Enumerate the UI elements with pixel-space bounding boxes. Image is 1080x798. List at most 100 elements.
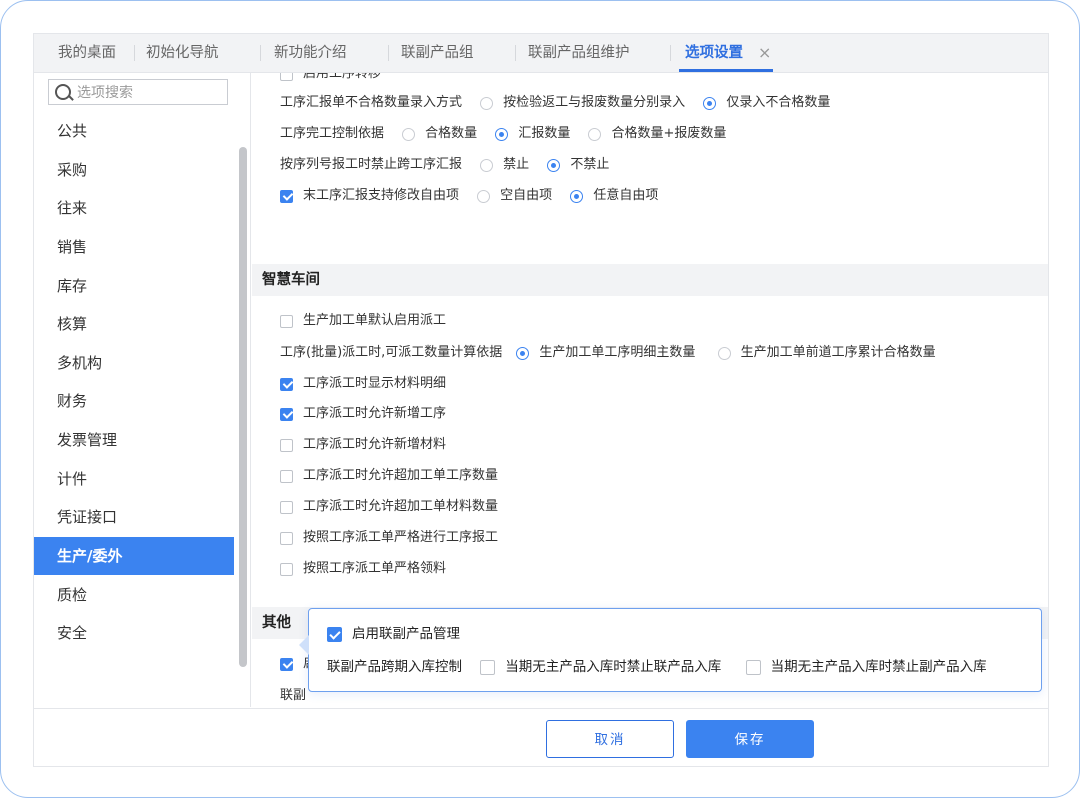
option-label: 按照工序派工单严格领料 [303,561,447,576]
checkbox[interactable] [280,314,293,328]
radio-button[interactable] [477,189,491,203]
option-row: 工序派工时允许超加工单材料数量 [280,496,498,518]
option-label: 启用工序转移 [303,73,382,81]
checkbox[interactable] [280,500,293,514]
radio-label: 合格数量 [425,126,478,141]
sidebar-item-production[interactable]: 生产/委外 [34,537,234,575]
radio-button[interactable] [703,96,717,110]
option-row: 工序派工时允许新增材料 [280,434,446,456]
forbid-joint-product-checkbox[interactable] [480,659,496,675]
tab-label: 新功能介绍 [274,45,347,61]
tab-new-features[interactable]: 新功能介绍 [274,34,347,72]
radio-button[interactable] [402,127,416,141]
tab-my-desktop[interactable]: 我的桌面 [58,34,116,72]
dialog-footer: 取消 保存 [34,708,1048,766]
option-row: 工序派工时允许新增工序 [280,403,446,425]
sidebar-item-piecework[interactable]: 计件 [34,460,234,498]
option-row: 工序汇报单不合格数量录入方式 按检验返工与报废数量分别录入 仅录入不合格数量 [280,92,830,114]
tab-close-icon[interactable]: × [758,34,771,72]
sidebar-item-multi-org[interactable]: 多机构 [34,344,234,382]
sidebar-item-accounts[interactable]: 往来 [34,189,234,227]
sidebar-item-quality[interactable]: 质检 [34,576,234,614]
radio-button[interactable] [516,346,530,360]
save-button[interactable]: 保存 [686,720,814,758]
option-row: 按照工序派工单严格进行工序报工 [280,527,498,549]
sidebar-item-finance[interactable]: 财务 [34,382,234,420]
option-label: 当期无主产品入库时禁止联产品入库 [505,659,722,675]
checkbox[interactable] [280,438,293,452]
radio-button[interactable] [588,127,602,141]
option-label: 工序派工时允许超加工单工序数量 [303,468,499,483]
option-row: 启用工序转移 [280,73,381,85]
checkbox[interactable] [280,407,293,421]
search-input[interactable] [75,82,227,104]
sidebar-item-costing[interactable]: 核算 [34,305,234,343]
tab-divider [134,45,135,61]
enable-coproduct-checkbox[interactable] [327,626,342,642]
tab-divider [260,45,261,61]
tab-label: 联副产品组维护 [528,45,630,61]
popup-option-row: 启用联副产品管理 [327,623,460,645]
radio-label: 生产加工单工序明细主数量 [539,345,696,360]
checkbox[interactable] [280,189,293,203]
option-row: 工序(批量)派工时,可派工数量计算依据 生产加工单工序明细主数量 生产加工单前道… [280,342,936,364]
option-row: 工序完工控制依据 合格数量 汇报数量 合格数量+报废数量 [280,123,726,145]
radio-label: 任意自由项 [593,188,659,203]
radio-label: 按检验返工与报废数量分别录入 [503,95,686,110]
option-label: 联副 [280,688,307,703]
sidebar-item-purchase[interactable]: 采购 [34,151,234,189]
checkbox[interactable] [280,657,293,671]
sidebar-item-inventory[interactable]: 库存 [34,267,234,305]
sidebar-item-public[interactable]: 公共 [34,112,234,150]
checkbox[interactable] [280,377,293,391]
tab-divider [515,45,516,61]
option-row: 按照工序派工单严格领料 [280,558,446,580]
tab-option-settings[interactable]: 选项设置 [679,34,773,72]
radio-label: 空自由项 [500,188,553,203]
radio-button[interactable] [547,158,561,172]
tab-coproduct-group[interactable]: 联副产品组 [401,34,474,72]
coproduct-settings-popup: 启用联副产品管理 联副产品跨期入库控制 当期无主产品入库时禁止联产品入库 当期无… [299,608,1042,692]
sidebar-item-sales[interactable]: 销售 [34,228,234,266]
options-window: 我的桌面 初始化导航 新功能介绍 联副产品组 联副产品组维护 选项设置 × 公共… [33,33,1049,767]
sidebar-item-security[interactable]: 安全 [34,614,234,652]
radio-button[interactable] [570,189,584,203]
radio-label: 生产加工单前道工序累计合格数量 [740,345,936,360]
option-label: 当期无主产品入库时禁止副产品入库 [770,659,987,675]
forbid-byproduct-checkbox[interactable] [745,659,761,675]
radio-button[interactable] [480,158,494,172]
option-label: 工序(批量)派工时,可派工数量计算依据 [280,345,503,360]
sidebar-item-voucher-interface[interactable]: 凭证接口 [34,498,234,536]
option-label: 工序完工控制依据 [280,126,385,141]
sidebar-scrollbar[interactable] [239,147,247,667]
tab-label: 我的桌面 [58,45,116,61]
search-icon [55,84,71,100]
checkbox[interactable] [280,469,293,483]
radio-button[interactable] [717,346,731,360]
option-row: 工序派工时允许超加工单工序数量 [280,465,498,487]
cancel-button[interactable]: 取消 [546,720,674,758]
sidebar-item-invoice[interactable]: 发票管理 [34,421,234,459]
radio-label: 合格数量+报废数量 [611,126,727,141]
option-row: 工序派工时显示材料明细 [280,373,446,395]
tab-bar: 我的桌面 初始化导航 新功能介绍 联副产品组 联副产品组维护 选项设置 × [34,34,1048,73]
tab-coproduct-group-maintenance[interactable]: 联副产品组维护 [528,34,630,72]
option-label: 工序派工时允许超加工单材料数量 [303,499,499,514]
tab-label: 初始化导航 [146,45,219,61]
option-row: 联副 [280,685,306,707]
checkbox[interactable] [280,73,293,81]
radio-button[interactable] [495,127,509,141]
radio-label: 仅录入不合格数量 [726,95,831,110]
section-header-workshop: 智慧车间 [252,264,1048,296]
checkbox[interactable] [280,531,293,545]
tab-divider [388,45,389,61]
checkbox[interactable] [280,562,293,576]
radio-button[interactable] [480,96,494,110]
screenshot-frame: 我的桌面 初始化导航 新功能介绍 联副产品组 联副产品组维护 选项设置 × 公共… [0,0,1080,798]
radio-label: 禁止 [503,157,530,172]
radio-label: 不禁止 [570,157,610,172]
tab-init-guide[interactable]: 初始化导航 [146,34,219,72]
option-label: 按照工序派工单严格进行工序报工 [303,530,499,545]
option-label: 工序派工时允许新增工序 [303,406,447,421]
option-search-box[interactable] [48,79,228,105]
